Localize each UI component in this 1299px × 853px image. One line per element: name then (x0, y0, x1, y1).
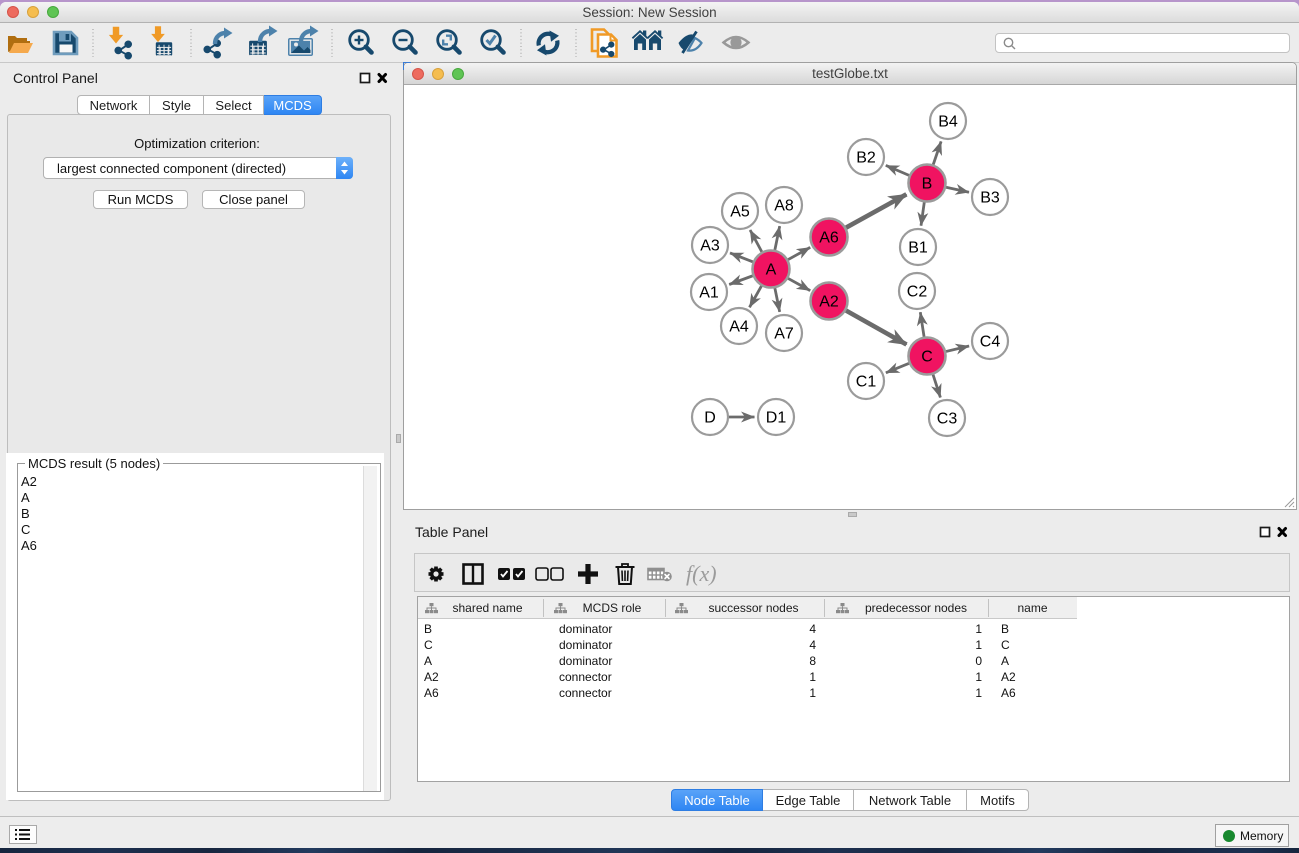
svg-text:B3: B3 (980, 190, 1000, 207)
svg-text:C3: C3 (937, 411, 958, 428)
svg-text:D: D (704, 410, 716, 427)
svg-text:A3: A3 (700, 238, 720, 255)
svg-text:C1: C1 (856, 374, 877, 391)
svg-text:A7: A7 (774, 326, 794, 343)
svg-text:A: A (766, 262, 777, 279)
svg-text:A1: A1 (699, 285, 719, 302)
svg-text:C4: C4 (980, 334, 1001, 351)
svg-text:B2: B2 (856, 150, 876, 167)
svg-text:B1: B1 (908, 240, 928, 257)
svg-text:C: C (921, 349, 933, 366)
svg-text:A6: A6 (819, 230, 839, 247)
svg-text:D1: D1 (766, 410, 787, 427)
svg-text:A4: A4 (729, 319, 749, 336)
svg-text:A2: A2 (819, 294, 839, 311)
svg-text:A8: A8 (774, 198, 794, 215)
svg-text:C2: C2 (907, 284, 928, 301)
svg-text:f(x): f(x) (686, 561, 717, 586)
svg-text:A5: A5 (730, 204, 750, 221)
svg-text:B4: B4 (938, 114, 958, 131)
svg-text:B: B (922, 176, 933, 193)
